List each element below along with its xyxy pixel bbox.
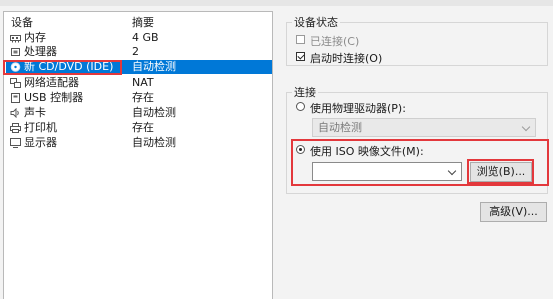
sound-card-icon	[10, 108, 19, 118]
physical-drive-select[interactable]: 自动检测	[312, 118, 536, 137]
physical-drive-radio[interactable]: 使用物理驱动器(P):	[296, 100, 456, 115]
device-summary: 自动检测	[132, 136, 176, 149]
device-row-sound-card[interactable]: 声卡 自动检测	[6, 106, 272, 120]
device-status-title: 设备状态	[292, 14, 340, 30]
title-bar-strip	[0, 0, 553, 6]
memory-icon	[10, 35, 21, 43]
connect-at-power-on-label: 启动时连接(O)	[310, 52, 383, 65]
radio-circle[interactable]	[296, 145, 305, 154]
radio-circle[interactable]	[296, 102, 305, 111]
device-row-network-adapter[interactable]: 网络适配器 NAT	[6, 76, 272, 90]
device-summary: 存在	[132, 121, 154, 134]
device-row-usb-controller[interactable]: USB 控制器 存在	[6, 91, 272, 105]
device-row-printer[interactable]: 打印机 存在	[6, 121, 272, 135]
device-name: 显示器	[24, 136, 57, 149]
connected-label: 已连接(C)	[310, 35, 360, 48]
advanced-button[interactable]: 高级(V)...	[480, 202, 547, 222]
device-summary: NAT	[132, 76, 154, 89]
device-list[interactable]: 设备 摘要 内存 4 GB 处理器 2 新 CD/DVD (IDE) 自动检测	[3, 11, 273, 299]
chevron-down-icon	[521, 122, 531, 132]
iso-image-label: 使用 ISO 映像文件(M):	[310, 145, 424, 158]
connection-title: 连接	[292, 84, 318, 100]
column-header-summary[interactable]: 摘要	[132, 16, 154, 29]
device-name: 处理器	[24, 45, 57, 58]
processor-icon	[11, 48, 20, 56]
device-row-cd-dvd[interactable]: 新 CD/DVD (IDE) 自动检测	[6, 60, 272, 74]
column-header-device[interactable]: 设备	[11, 16, 33, 29]
device-name: 内存	[24, 31, 46, 44]
device-summary: 自动检测	[132, 106, 176, 119]
device-summary: 4 GB	[132, 31, 159, 44]
usb-icon	[11, 93, 20, 103]
device-name: USB 控制器	[24, 91, 84, 104]
device-summary: 存在	[132, 91, 154, 104]
physical-drive-label: 使用物理驱动器(P):	[310, 102, 406, 115]
connected-checkbox[interactable]: 已连接(C)	[296, 33, 416, 48]
device-name: 网络适配器	[24, 76, 79, 89]
device-name: 打印机	[24, 121, 57, 134]
connect-at-power-on-checkbox[interactable]: 启动时连接(O)	[296, 50, 436, 65]
physical-drive-select-value: 自动检测	[318, 121, 362, 134]
chevron-down-icon	[447, 166, 457, 176]
checkbox-box[interactable]	[296, 35, 305, 44]
display-icon	[10, 138, 21, 148]
device-summary: 2	[132, 45, 139, 58]
checkbox-box[interactable]	[296, 52, 305, 61]
device-row-memory[interactable]: 内存 4 GB	[6, 31, 272, 45]
printer-icon	[10, 123, 21, 133]
cd-dvd-icon	[10, 62, 21, 72]
browse-button[interactable]: 浏览(B)...	[470, 162, 532, 182]
device-name: 新 CD/DVD (IDE)	[24, 60, 114, 73]
iso-image-radio[interactable]: 使用 ISO 映像文件(M):	[296, 143, 466, 158]
iso-path-select[interactable]	[312, 162, 462, 181]
device-row-display[interactable]: 显示器 自动检测	[6, 136, 272, 150]
network-adapter-icon	[10, 78, 21, 88]
device-name: 声卡	[24, 106, 46, 119]
device-summary: 自动检测	[132, 60, 176, 73]
device-row-processor[interactable]: 处理器 2	[6, 45, 272, 59]
